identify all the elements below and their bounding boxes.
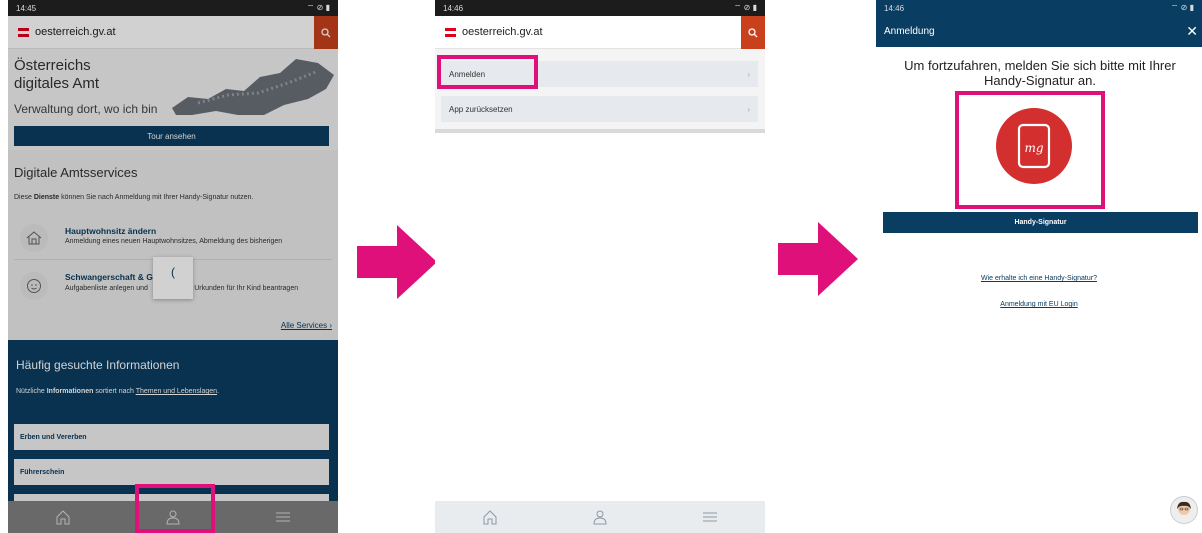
menu-item-label: App zurücksetzen bbox=[449, 104, 513, 114]
highlight-user-tab bbox=[135, 484, 215, 533]
home-icon[interactable] bbox=[55, 509, 71, 525]
login-message: Um fortzufahren, melden Sie sich bitte m… bbox=[904, 58, 1176, 88]
avatar[interactable] bbox=[1170, 496, 1198, 524]
info-item[interactable]: Führerschein bbox=[14, 459, 329, 485]
service-title: Schwangerschaft & G bbox=[65, 272, 153, 282]
status-bar: 14:46 ⌔ ⊘ ▮ bbox=[435, 0, 765, 16]
hero-title: Österreichs digitales Amt bbox=[14, 57, 99, 93]
site-name[interactable]: oesterreich.gv.at bbox=[462, 26, 543, 38]
loading-spinner: ( bbox=[171, 265, 175, 279]
handy-signatur-button[interactable]: Handy-Signatur bbox=[883, 212, 1198, 233]
site-header: oesterreich.gv.at bbox=[435, 16, 765, 49]
site-name[interactable]: oesterreich.gv.at bbox=[35, 26, 116, 38]
search-button[interactable] bbox=[741, 16, 765, 49]
services-intro: Diese Dienste können Sie nach Anmeldung … bbox=[14, 194, 254, 201]
info-intro: Nützliche Informationen sortiert nach Th… bbox=[16, 388, 219, 395]
tour-button[interactable]: Tour ansehen bbox=[14, 126, 329, 146]
services-section: Digitale Amtsservices Diese Dienste könn… bbox=[8, 150, 338, 340]
status-icons: ⌔ ⊘ ▮ bbox=[306, 3, 330, 12]
services-heading: Digitale Amtsservices bbox=[14, 165, 138, 180]
home-icon[interactable] bbox=[482, 509, 498, 525]
phone-screen-home: 14:45 ⌔ ⊘ ▮ oesterreich.gv.at Österreich… bbox=[8, 0, 338, 533]
status-icons: ⌔ ⊘ ▮ bbox=[733, 3, 757, 12]
how-to-get-link[interactable]: Wie erhalte ich eine Handy-Signatur? bbox=[876, 275, 1202, 282]
status-bar: 14:46 ⌔ ⊘ ▮ bbox=[876, 0, 1202, 16]
close-icon[interactable]: ✕ bbox=[1186, 23, 1198, 40]
status-time: 14:46 bbox=[884, 3, 905, 13]
menu-icon[interactable] bbox=[702, 511, 718, 523]
bottom-nav bbox=[435, 501, 765, 533]
service-item[interactable]: Hauptwohnsitz ändern Anmeldung eines neu… bbox=[14, 216, 332, 260]
eu-login-link[interactable]: Anmeldung mit EU Login bbox=[876, 301, 1202, 308]
status-icons: ⌔ ⊘ ▮ bbox=[1170, 3, 1194, 12]
hero-title-line2: digitales Amt bbox=[14, 75, 100, 92]
loading-popup: ( bbox=[153, 257, 193, 299]
status-time: 14:45 bbox=[16, 3, 37, 13]
status-bar: 14:45 ⌔ ⊘ ▮ bbox=[8, 0, 338, 16]
hero-title-line1: Österreichs bbox=[14, 57, 91, 74]
service-title: Hauptwohnsitz ändern bbox=[65, 226, 157, 236]
search-button[interactable] bbox=[314, 16, 338, 49]
phone-screen-login: 14:46 ⌔ ⊘ ▮ Anmeldung ✕ Um fortzufahren,… bbox=[876, 0, 1202, 533]
highlight-signature-logo bbox=[955, 91, 1105, 209]
chevron-right-icon: › bbox=[747, 69, 750, 79]
topics-link[interactable]: Themen und Lebenslagen bbox=[136, 388, 217, 395]
info-item[interactable]: Erben und Vererben bbox=[14, 424, 329, 450]
site-header: oesterreich.gv.at bbox=[8, 16, 338, 49]
austria-map-image bbox=[172, 59, 334, 115]
login-title: Anmeldung bbox=[884, 26, 935, 37]
menu-icon[interactable] bbox=[275, 511, 291, 523]
hero-section: Österreichs digitales Amt Verwaltung dor… bbox=[8, 49, 338, 150]
baby-icon bbox=[20, 272, 48, 300]
house-icon bbox=[20, 224, 48, 252]
phone-screen-menu: 14:46 ⌔ ⊘ ▮ oesterreich.gv.at Anmelden ›… bbox=[435, 0, 765, 533]
hero-subtitle: Verwaltung dort, wo ich bin bbox=[14, 102, 162, 116]
chevron-right-icon: › bbox=[747, 104, 750, 114]
austria-flag-icon bbox=[18, 27, 29, 37]
all-services-link[interactable]: Alle Services › bbox=[281, 321, 332, 330]
search-icon bbox=[748, 27, 758, 37]
menu-item-reset[interactable]: App zurücksetzen › bbox=[441, 96, 758, 122]
login-header: Anmeldung ✕ bbox=[876, 16, 1202, 47]
status-time: 14:46 bbox=[443, 3, 464, 13]
highlight-anmelden bbox=[437, 55, 538, 89]
search-icon bbox=[321, 27, 331, 37]
arrow-right-icon bbox=[778, 222, 858, 296]
austria-flag-icon bbox=[445, 27, 456, 37]
arrow-right-icon bbox=[357, 225, 437, 299]
info-heading: Häufig gesuchte Informationen bbox=[16, 358, 180, 372]
service-desc: Anmeldung eines neuen Hauptwohnsitzes, A… bbox=[65, 238, 283, 245]
user-icon[interactable] bbox=[592, 509, 608, 525]
